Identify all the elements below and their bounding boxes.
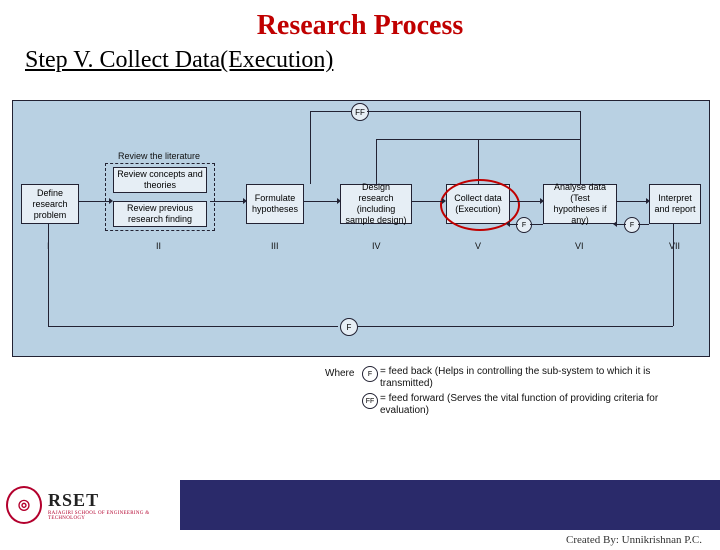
- box-previous: Review previous research finding: [113, 201, 207, 227]
- arrow: [304, 201, 337, 202]
- arrow: [210, 201, 243, 202]
- box-concepts: Review concepts and theories: [113, 167, 207, 193]
- logo-abbr: RSET: [48, 490, 180, 511]
- line: [638, 224, 649, 225]
- box-formulate: Formulate hypotheses: [246, 184, 304, 224]
- roman-iii: III: [271, 241, 279, 251]
- creator-text: Created By: Unnikrishnan P.C.: [566, 534, 702, 546]
- line: [376, 139, 377, 184]
- page-title: Research Process: [0, 10, 720, 42]
- logo-emblem-icon: ◎: [6, 486, 42, 524]
- box-define: Define research problem: [21, 184, 79, 224]
- arrow: [617, 201, 646, 202]
- line: [673, 224, 674, 326]
- legend-where: Where: [325, 368, 354, 379]
- ff-top-node: FF: [351, 103, 369, 121]
- box-design: Design research (including sample design…: [340, 184, 412, 224]
- arrow: [510, 201, 540, 202]
- line: [580, 139, 581, 184]
- line: [510, 224, 518, 225]
- roman-vi: VI: [575, 241, 584, 251]
- line: [367, 111, 581, 112]
- line: [48, 326, 338, 327]
- f-node-vi-vii: F: [624, 217, 640, 233]
- logo: ◎ RSET RAJAGIRI SCHOOL OF ENGINEERING & …: [0, 480, 180, 530]
- box-analyse: Analyse data (Test hypotheses if any): [543, 184, 617, 224]
- f-node-v-vi: F: [516, 217, 532, 233]
- legend-ff-def: = feed forward (Serves the vital functio…: [380, 393, 690, 417]
- review-header: Review the literature: [118, 151, 200, 161]
- f-bottom-node: F: [340, 318, 358, 336]
- legend-f-icon: F: [362, 366, 378, 382]
- roman-iv: IV: [372, 241, 381, 251]
- legend-f-def: = feed back (Helps in controlling the su…: [380, 366, 690, 390]
- line: [617, 224, 626, 225]
- line: [530, 224, 543, 225]
- line: [310, 111, 351, 112]
- box-interpret: Interpret and report: [649, 184, 701, 224]
- arrow: [412, 201, 442, 202]
- roman-v: V: [475, 241, 481, 251]
- line: [48, 224, 49, 326]
- legend-ff-icon: FF: [362, 393, 378, 409]
- arrow: [79, 201, 109, 202]
- logo-subtext: RAJAGIRI SCHOOL OF ENGINEERING & TECHNOL…: [48, 511, 180, 521]
- line: [478, 139, 479, 184]
- step-subtitle: Step V. Collect Data(Execution): [25, 47, 720, 74]
- process-diagram: FF Review the literature Define research…: [12, 100, 710, 357]
- roman-ii: II: [156, 241, 161, 251]
- line: [358, 326, 673, 327]
- roman-vii: VII: [669, 241, 680, 251]
- line: [310, 111, 311, 184]
